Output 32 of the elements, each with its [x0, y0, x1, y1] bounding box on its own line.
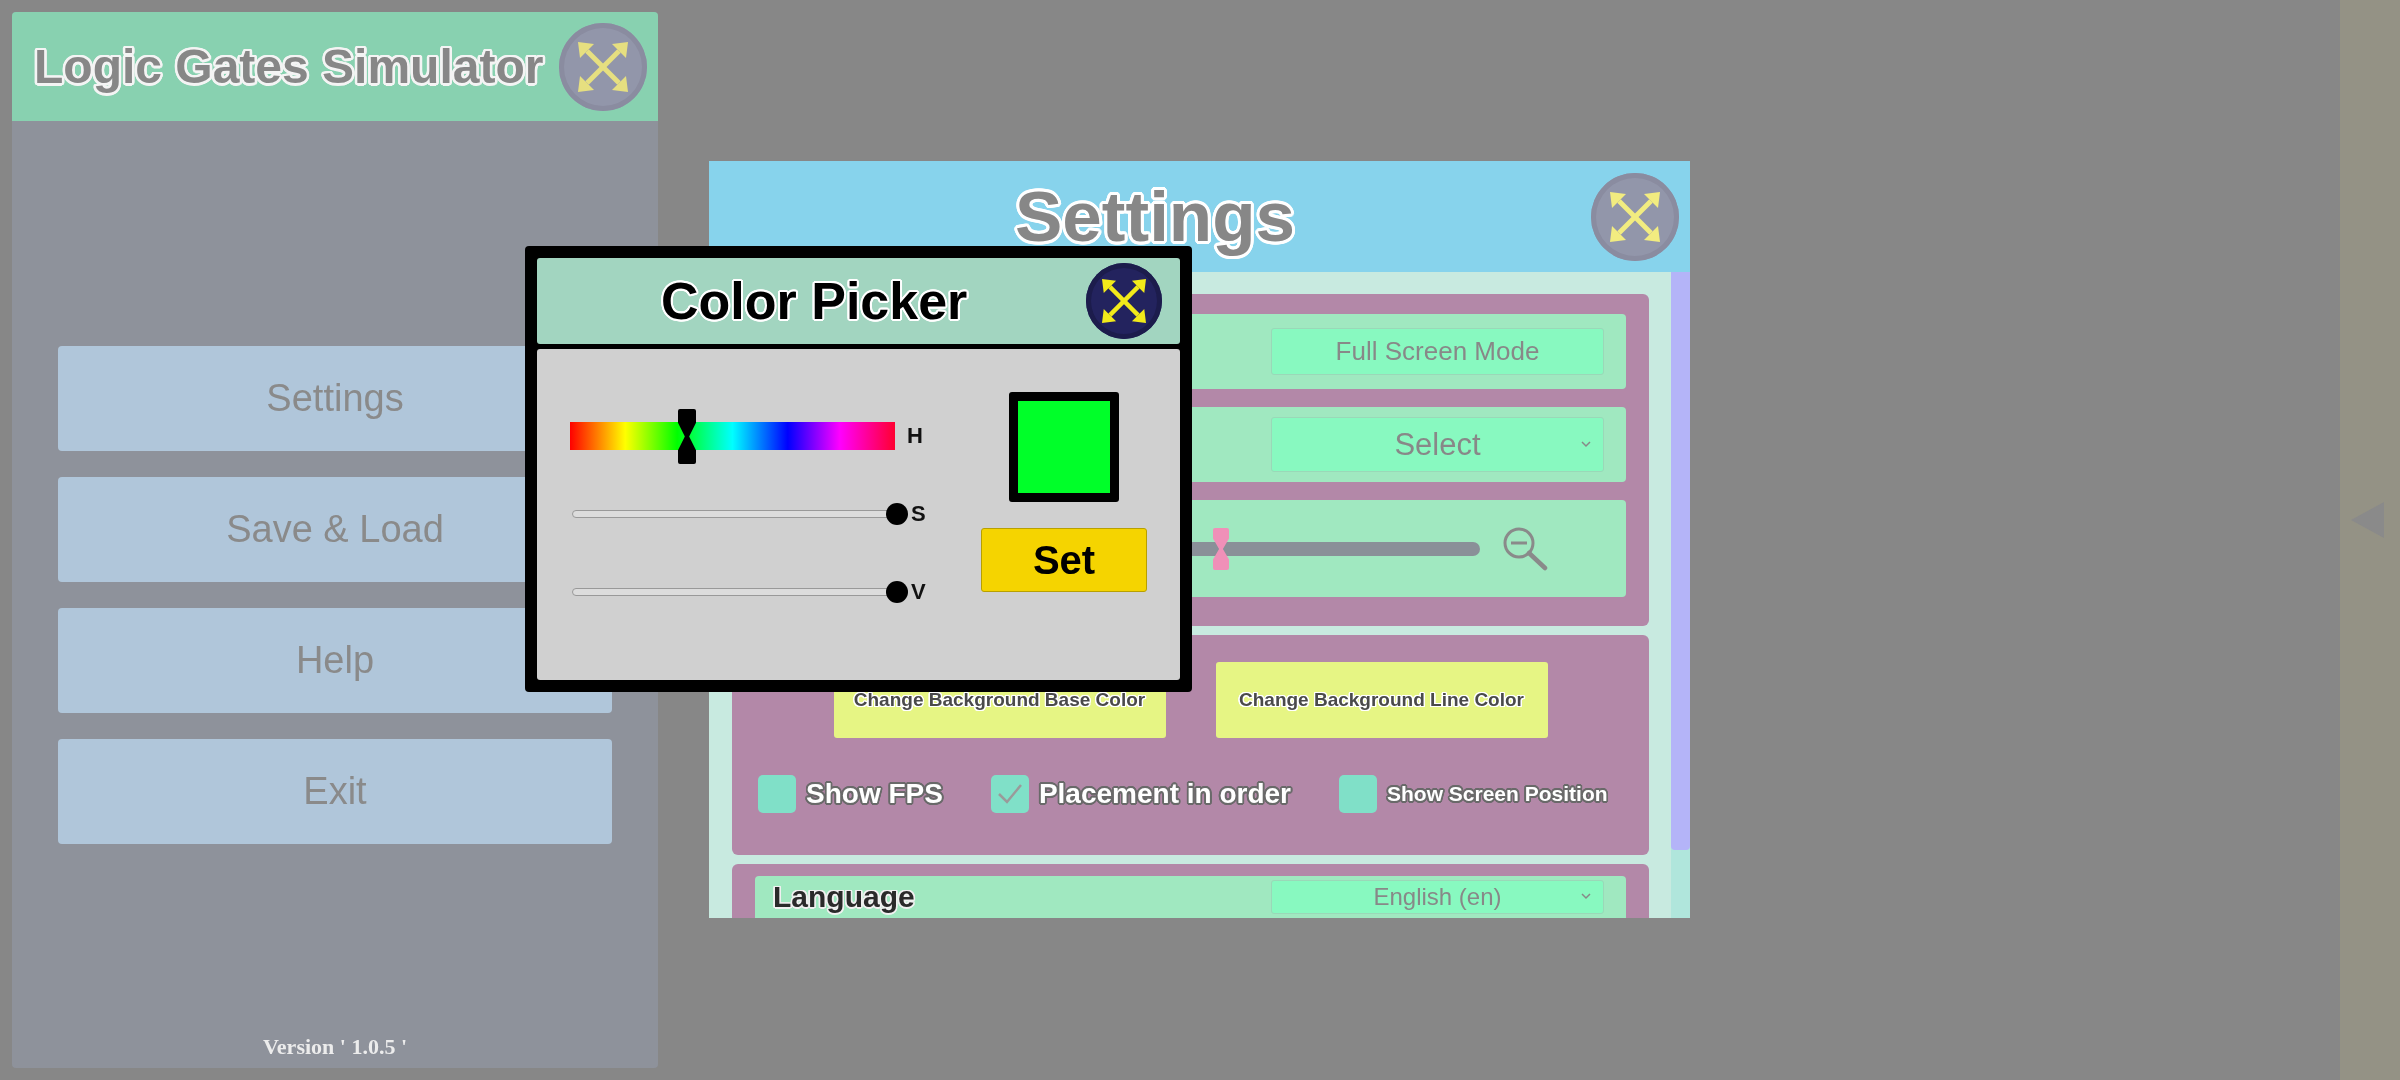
close-icon [1102, 279, 1146, 323]
select-dropdown[interactable]: English (en) [1271, 880, 1604, 914]
close-icon [1610, 191, 1660, 242]
settings-title: Settings [1015, 176, 1296, 257]
close-icon [578, 41, 628, 92]
version-label: Version ' 1.0.5 ' [262, 1034, 408, 1061]
slider-thumb[interactable] [886, 503, 908, 525]
select-dropdown[interactable]: Select [1271, 417, 1604, 472]
checkbox-label: Show Screen Position [1387, 782, 1608, 806]
checkbox-label: Show FPS [806, 778, 943, 810]
checkbox-label: Placement in order [1038, 778, 1291, 810]
app-title: Logic Gates Simulator [34, 39, 544, 94]
checkmark-icon [996, 783, 1023, 805]
chevron-down-icon [1581, 893, 1591, 900]
slider-thumb[interactable] [1212, 527, 1229, 570]
slider-thumb[interactable] [678, 408, 696, 464]
full-screen-button[interactable]: Full Screen Mode [1271, 328, 1604, 375]
dialog-title: Color Picker [661, 271, 968, 331]
change-color-button[interactable]: Change Background Line Color [1215, 662, 1548, 738]
checkbox[interactable] [758, 775, 796, 813]
slider-label: V [911, 579, 926, 605]
set-button[interactable]: Set [981, 528, 1147, 592]
menu-button[interactable]: Exit [58, 739, 612, 844]
checkbox[interactable] [990, 775, 1029, 813]
row-label: Language [773, 882, 915, 912]
slider-label: H [907, 423, 923, 449]
slider-label: S [911, 501, 926, 527]
slider-thumb[interactable] [886, 581, 908, 603]
color-swatch-icon [1009, 392, 1119, 502]
zoom-out-icon[interactable] [1502, 526, 1548, 571]
chevron-down-icon [1581, 440, 1591, 448]
checkbox[interactable] [1339, 775, 1377, 813]
